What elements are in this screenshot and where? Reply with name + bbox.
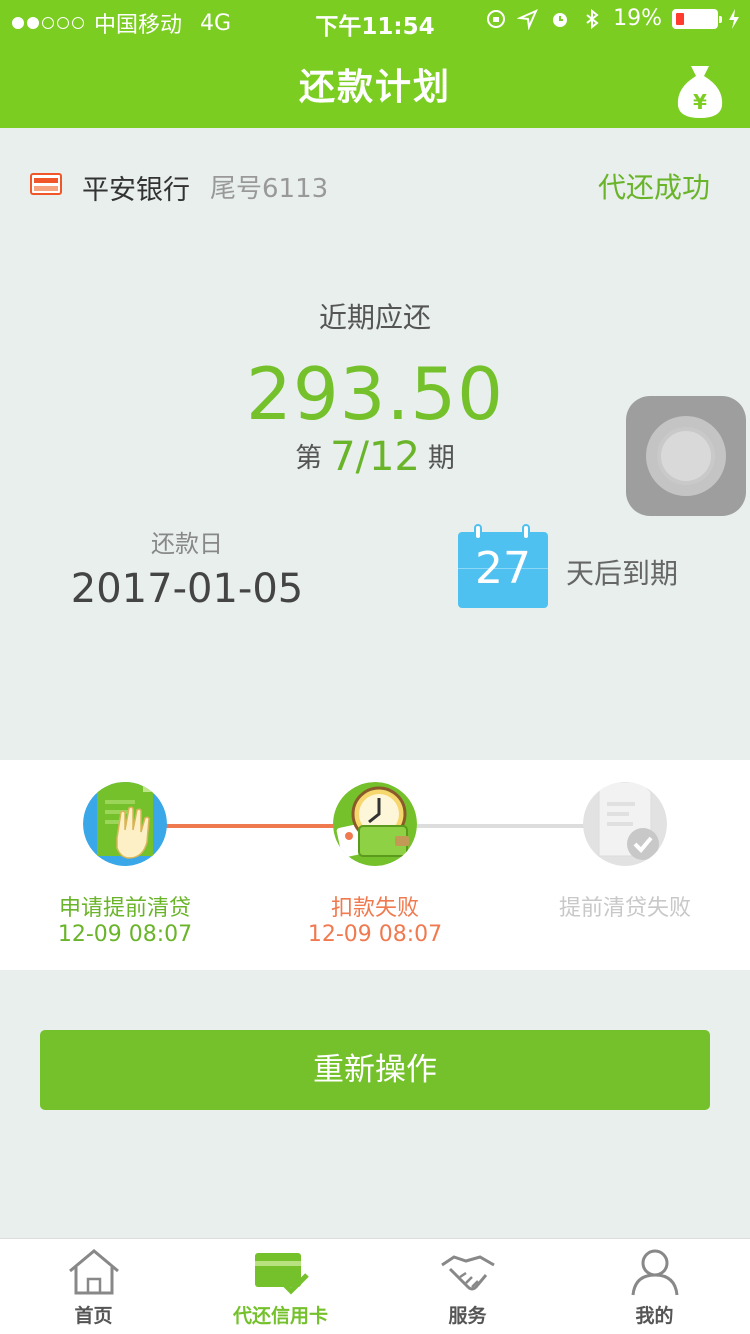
tab-home[interactable]: 首页	[0, 1239, 187, 1334]
document-check-icon	[583, 782, 667, 866]
due-label: 近期应还	[318, 301, 431, 334]
credit-card-check-icon	[255, 1253, 309, 1295]
assistive-touch-button[interactable]	[626, 396, 746, 516]
location-icon	[517, 8, 539, 30]
progress-tracker: 申请提前清贷 12-09 08:07 扣款失败 12-09 08:07 提前清贷…	[0, 760, 750, 970]
step-label-deduct-failed: 扣款失败	[330, 896, 419, 921]
tab-bar: 首页 代还信用卡 服务 我的	[0, 1238, 750, 1334]
days-left-text: 天后到期	[566, 557, 679, 590]
alarm-icon	[553, 12, 568, 27]
top-bar: 中国移动 4G 下午11:54 19% 还款计划 ¥	[0, 0, 750, 128]
charging-icon	[729, 8, 739, 29]
progress-line-done	[165, 824, 335, 828]
retry-operation-button[interactable]: 重新操作	[40, 1030, 710, 1110]
tab-service[interactable]: 服务	[374, 1239, 561, 1334]
tab-label-home: 首页	[74, 1305, 113, 1327]
status-bar: 中国移动 4G 下午11:54 19%	[0, 0, 750, 40]
step-label-clear-failed: 提前清贷失败	[558, 896, 691, 921]
tab-mine[interactable]: 我的	[561, 1239, 748, 1334]
tab-credit-card[interactable]: 代还信用卡	[187, 1239, 374, 1334]
bluetooth-icon	[586, 8, 599, 29]
money-bag-icon[interactable]: ¥	[674, 62, 726, 120]
battery-icon	[672, 8, 722, 29]
repay-date-label: 还款日	[151, 530, 223, 558]
step-label-apply: 申请提前清贷	[58, 896, 191, 921]
period-suffix: 期	[427, 443, 455, 474]
period-prefix: 第	[295, 443, 323, 474]
apply-document-icon	[83, 782, 167, 866]
step-time-apply: 12-09 08:07	[57, 922, 193, 947]
tab-label-service: 服务	[448, 1305, 487, 1327]
tab-label-credit-card: 代还信用卡	[232, 1305, 328, 1327]
bank-logo-icon	[30, 173, 62, 195]
tab-label-mine: 我的	[635, 1305, 674, 1327]
repay-status: 代还成功	[597, 171, 710, 204]
period-value: 7/12	[330, 434, 420, 480]
orientation-lock-icon	[487, 9, 506, 28]
home-icon	[69, 1249, 119, 1295]
card-tail-number: 尾号6113	[210, 174, 329, 204]
step-time-deduct-failed: 12-09 08:07	[307, 922, 443, 947]
wallet-clock-icon	[333, 782, 417, 866]
bank-card-row[interactable]: 平安银行 尾号6113 代还成功	[0, 160, 750, 210]
person-icon	[631, 1249, 679, 1296]
repay-date: 2017-01-05	[70, 566, 304, 612]
page-title: 还款计划	[298, 67, 451, 108]
bank-name: 平安银行	[82, 175, 190, 206]
battery-percent: 19%	[613, 6, 662, 31]
calendar-icon: 27	[458, 524, 548, 608]
handshake-icon	[441, 1255, 495, 1291]
svg-text:¥: ¥	[693, 90, 707, 114]
progress-line-pending	[415, 824, 585, 828]
